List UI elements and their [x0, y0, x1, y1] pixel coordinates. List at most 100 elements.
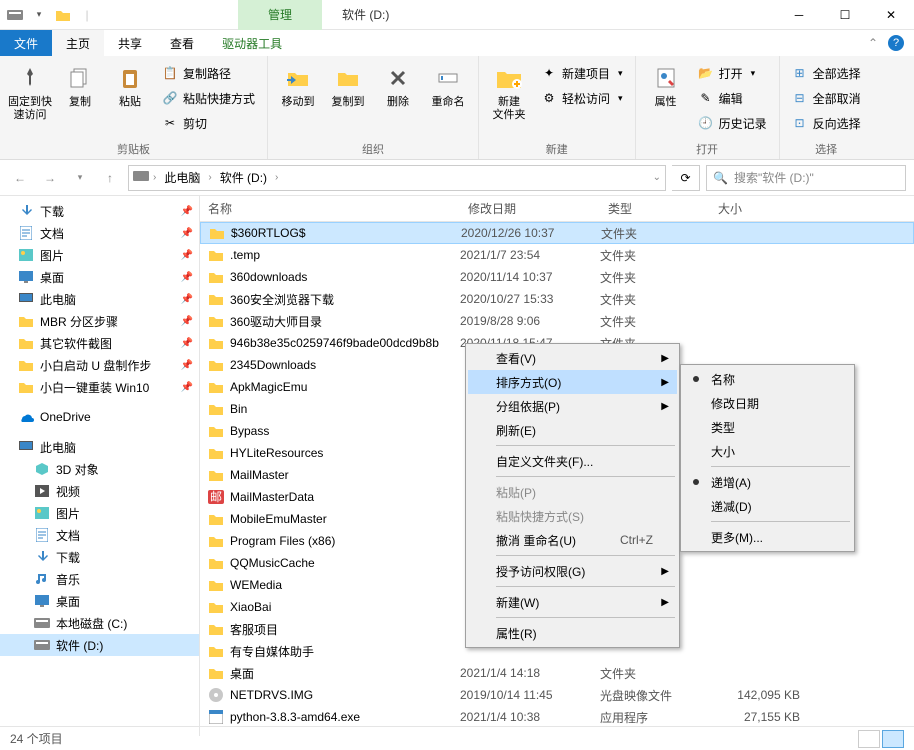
select-none-button[interactable]: ⊟全部取消 [788, 87, 865, 109]
menu-item[interactable]: 新建(W)▶ [468, 590, 677, 614]
tree-item[interactable]: MBR 分区步骤📌 [0, 310, 199, 332]
select-all-button[interactable]: ⊞全部选择 [788, 62, 865, 84]
ribbon-tabs: 文件 主页 共享 查看 驱动器工具 ⌃ ? [0, 30, 914, 56]
tab-drive-tools[interactable]: 驱动器工具 [208, 30, 296, 56]
tree-item[interactable]: 文档📌 [0, 222, 199, 244]
menu-item[interactable]: 撤消 重命名(U)Ctrl+Z [468, 528, 677, 552]
copy-path-button[interactable]: 📋复制路径 [158, 62, 259, 84]
tree-item[interactable]: 此电脑📌 [0, 288, 199, 310]
menu-item[interactable]: 查看(V)▶ [468, 346, 677, 370]
paste-button[interactable]: 粘贴 [108, 60, 152, 139]
move-to-button[interactable]: 移动到 [276, 60, 320, 139]
tree-item[interactable]: 软件 (D:) [0, 634, 199, 656]
tree-item[interactable]: 3D 对象 [0, 458, 199, 480]
forward-button[interactable]: → [38, 166, 62, 190]
tree-item[interactable]: 音乐 [0, 568, 199, 590]
tree-item[interactable]: 图片📌 [0, 244, 199, 266]
invert-selection-button[interactable]: ⊡反向选择 [788, 112, 865, 134]
menu-item[interactable]: 刷新(E) [468, 418, 677, 442]
menu-item[interactable]: 修改日期 [683, 391, 852, 415]
recent-dropdown[interactable]: ▾ [68, 166, 92, 190]
rename-button[interactable]: 重命名 [426, 60, 470, 139]
search-input[interactable]: 🔍 搜索"软件 (D:)" [706, 165, 906, 191]
tree-item[interactable]: 下载 [0, 546, 199, 568]
file-row[interactable]: 360downloads2020/11/14 10:37文件夹 [200, 266, 914, 288]
file-row[interactable]: $360RTLOG$2020/12/26 10:37文件夹 [200, 222, 914, 244]
maximize-button[interactable]: ☐ [822, 0, 868, 30]
history-button[interactable]: 🕘历史记录 [694, 112, 771, 134]
menu-item[interactable]: 类型 [683, 415, 852, 439]
file-row[interactable]: .temp2021/1/7 23:54文件夹 [200, 244, 914, 266]
file-row[interactable]: 360驱动大师目录2019/8/28 9:06文件夹 [200, 310, 914, 332]
tab-view[interactable]: 查看 [156, 30, 208, 56]
large-icons-view-button[interactable] [882, 730, 904, 748]
chevron-right-icon: ▶ [661, 377, 669, 388]
new-item-button[interactable]: ✦新建项目▾ [537, 62, 627, 84]
paste-shortcut-button[interactable]: 🔗粘贴快捷方式 [158, 87, 259, 109]
tree-item[interactable]: 小白一键重装 Win10📌 [0, 376, 199, 398]
tree-item[interactable]: 桌面📌 [0, 266, 199, 288]
tab-home[interactable]: 主页 [52, 30, 104, 56]
col-type[interactable]: 类型 [600, 200, 710, 217]
menu-item[interactable]: 自定义文件夹(F)... [468, 449, 677, 473]
open-button[interactable]: 📂打开▾ [694, 62, 771, 84]
menu-item[interactable]: 属性(R) [468, 621, 677, 645]
tree-item[interactable]: 其它软件截图📌 [0, 332, 199, 354]
file-row[interactable]: 360安全浏览器下载2020/10/27 15:33文件夹 [200, 288, 914, 310]
col-modified[interactable]: 修改日期 [460, 200, 600, 217]
file-row[interactable]: 桌面2021/1/4 14:18文件夹 [200, 662, 914, 684]
details-view-button[interactable] [858, 730, 880, 748]
collapse-ribbon-icon[interactable]: ⌃ [868, 36, 878, 50]
menu-item[interactable]: 递增(A) [683, 470, 852, 494]
tree-item[interactable]: 此电脑 [0, 436, 199, 458]
video-icon [34, 483, 50, 499]
menu-item[interactable]: 更多(M)... [683, 525, 852, 549]
address-dropdown-icon[interactable]: ⌄ [653, 172, 661, 183]
menu-item[interactable]: 名称 [683, 367, 852, 391]
chevron-right-icon[interactable]: › [208, 172, 211, 183]
close-button[interactable]: ✕ [868, 0, 914, 30]
easy-access-button[interactable]: ⚙轻松访问▾ [537, 87, 627, 109]
minimize-button[interactable]: ─ [776, 0, 822, 30]
new-folder-button[interactable]: 新建 文件夹 [487, 60, 531, 139]
contextual-tab-manage[interactable]: 管理 [238, 0, 322, 30]
menu-item[interactable]: 排序方式(O)▶ [468, 370, 677, 394]
menu-item[interactable]: 递减(D) [683, 494, 852, 518]
copy-button[interactable]: 复制 [58, 60, 102, 139]
tree-item[interactable]: 桌面 [0, 590, 199, 612]
address-bar[interactable]: › 此电脑 › 软件 (D:) › ⌄ [128, 165, 666, 191]
copy-to-button[interactable]: 复制到 [326, 60, 370, 139]
tree-item[interactable]: 下载📌 [0, 200, 199, 222]
delete-button[interactable]: 删除 [376, 60, 420, 139]
tree-item[interactable]: 图片 [0, 502, 199, 524]
refresh-button[interactable]: ⟳ [672, 165, 700, 191]
edit-button[interactable]: ✎编辑 [694, 87, 771, 109]
tree-item[interactable]: OneDrive [0, 406, 199, 428]
tab-file[interactable]: 文件 [0, 30, 52, 56]
tree-item[interactable]: 文档 [0, 524, 199, 546]
menu-item[interactable]: 大小 [683, 439, 852, 463]
tree-item[interactable]: 视频 [0, 480, 199, 502]
cut-button[interactable]: ✂剪切 [158, 112, 259, 134]
tab-share[interactable]: 共享 [104, 30, 156, 56]
folder-icon [208, 621, 224, 637]
column-headers[interactable]: 名称 修改日期 类型 大小 [200, 196, 914, 222]
col-size[interactable]: 大小 [710, 200, 810, 217]
qat-dropdown-icon[interactable]: ▾ [28, 4, 50, 26]
help-icon[interactable]: ? [888, 35, 904, 51]
breadcrumb-pc[interactable]: 此电脑 [160, 169, 204, 186]
col-name[interactable]: 名称 [200, 200, 460, 217]
menu-item[interactable]: 授予访问权限(G)▶ [468, 559, 677, 583]
properties-button[interactable]: 属性 [644, 60, 688, 139]
back-button[interactable]: ← [8, 166, 32, 190]
tree-item[interactable]: 本地磁盘 (C:) [0, 612, 199, 634]
file-row[interactable]: python-3.8.3-amd64.exe2021/1/4 10:38应用程序… [200, 706, 914, 728]
breadcrumb-drive[interactable]: 软件 (D:) [216, 169, 271, 186]
chevron-right-icon[interactable]: › [153, 172, 156, 183]
tree-item[interactable]: 小白启动 U 盘制作步📌 [0, 354, 199, 376]
menu-item[interactable]: 分组依据(P)▶ [468, 394, 677, 418]
up-button[interactable]: ↑ [98, 166, 122, 190]
chevron-right-icon[interactable]: › [275, 172, 278, 183]
pin-to-quick-access-button[interactable]: 固定到快 速访问 [8, 60, 52, 139]
file-row[interactable]: NETDRVS.IMG2019/10/14 11:45光盘映像文件142,095… [200, 684, 914, 706]
